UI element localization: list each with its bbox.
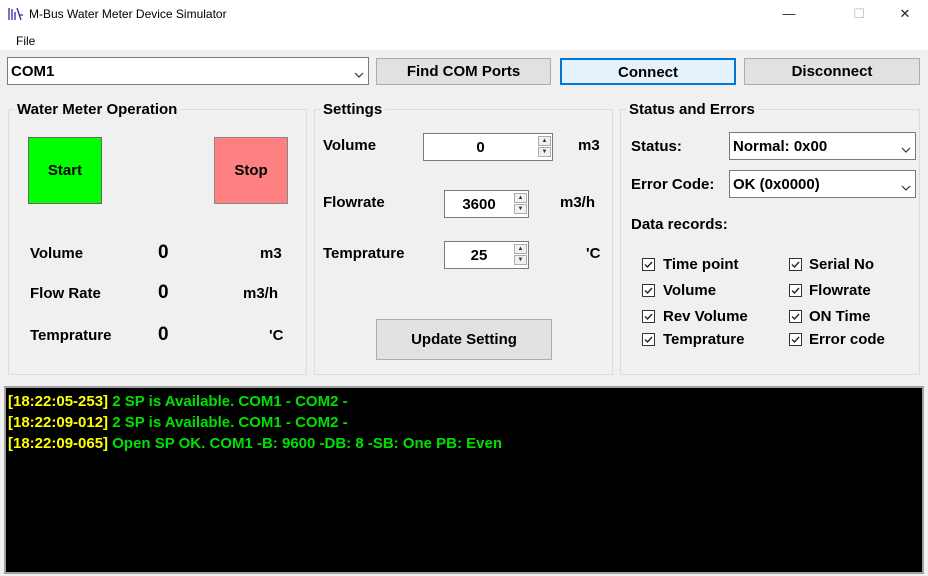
log-message: 2 SP is Available. COM1 - COM2 -	[112, 414, 348, 431]
error-code-label: Error Code:	[631, 176, 715, 193]
settings-temperature-unit: 'C	[586, 245, 601, 262]
chevron-down-icon	[901, 142, 911, 153]
stop-button[interactable]: Stop	[214, 137, 288, 204]
settings-flowrate-unit: m3/h	[560, 194, 596, 211]
volume-down-arrow-icon[interactable]: ▼	[538, 147, 551, 157]
checkbox-label: Time point	[663, 256, 739, 273]
volume-spinner[interactable]: 0 ▲ ▼	[423, 133, 553, 161]
flowrate-spinner[interactable]: 3600 ▲ ▼	[444, 190, 529, 218]
temperature-spinner[interactable]: 25 ▲ ▼	[444, 241, 529, 269]
checkbox-label: ON Time	[809, 308, 871, 325]
checkbox-label: Error code	[809, 331, 885, 348]
minimize-icon: —	[782, 6, 796, 21]
temperature-down-arrow-icon[interactable]: ▼	[514, 255, 527, 265]
com-port-select[interactable]: COM1	[7, 57, 369, 85]
settings-temperature-label: Temprature	[323, 245, 405, 262]
error-code-select-value: OK (0x0000)	[733, 176, 820, 193]
checkbox-checked-icon	[789, 333, 802, 346]
connect-button[interactable]: Connect	[560, 58, 736, 85]
disconnect-button[interactable]: Disconnect	[744, 58, 920, 85]
checkbox-label: Rev Volume	[663, 308, 748, 325]
chevron-down-icon	[901, 180, 911, 191]
temperature-up-arrow-icon[interactable]: ▲	[514, 244, 527, 254]
log-timestamp: [18:22:05-253]	[8, 393, 109, 410]
op-volume-value: 0	[158, 242, 169, 263]
checkbox-checked-icon	[789, 258, 802, 271]
checkbox-label: Volume	[663, 282, 717, 299]
settings-volume-label: Volume	[323, 137, 377, 154]
start-button[interactable]: Start	[28, 137, 102, 204]
volume-up-arrow-icon[interactable]: ▲	[538, 136, 551, 146]
status-select[interactable]: Normal: 0x00	[729, 132, 916, 160]
flowrate-down-arrow-icon[interactable]: ▼	[514, 204, 527, 214]
settings-volume-unit: m3	[578, 137, 600, 154]
com-port-value: COM1	[11, 63, 55, 80]
app-icon	[8, 6, 24, 22]
minimize-button[interactable]: —	[766, 0, 812, 30]
settings-flowrate-label: Flowrate	[323, 194, 385, 211]
log-line: [18:22:09-065] Open SP OK. COM1 -B: 9600…	[8, 435, 502, 452]
menu-file[interactable]: File	[16, 34, 35, 48]
close-icon: ✕	[899, 6, 911, 21]
data-records-label: Data records:	[631, 216, 728, 233]
op-volume-label: Volume	[30, 245, 84, 262]
op-flowrate-value: 0	[158, 282, 169, 303]
checkbox-label: Temprature	[663, 331, 745, 348]
chevron-down-icon	[354, 67, 364, 78]
log-line: [18:22:09-012] 2 SP is Available. COM1 -…	[8, 414, 348, 431]
menu-bar	[0, 30, 928, 51]
flowrate-spinner-value: 3600	[462, 196, 496, 213]
checkbox-checked-icon	[789, 310, 802, 323]
maximize-button[interactable]: ☐	[836, 0, 882, 30]
maximize-icon: ☐	[853, 6, 865, 21]
window-title: M-Bus Water Meter Device Simulator	[29, 7, 227, 21]
flowrate-up-arrow-icon[interactable]: ▲	[514, 193, 527, 203]
log-timestamp: [18:22:09-012]	[8, 414, 109, 431]
op-temperature-unit: 'C	[269, 327, 284, 344]
volume-spinner-value: 0	[476, 139, 485, 156]
op-temperature-value: 0	[158, 324, 169, 345]
checkbox-checked-icon	[642, 310, 655, 323]
log-console[interactable]: [18:22:05-253] 2 SP is Available. COM1 -…	[4, 386, 924, 574]
error-code-select[interactable]: OK (0x0000)	[729, 170, 916, 198]
checkbox-checked-icon	[642, 333, 655, 346]
status-errors-title: Status and Errors	[626, 101, 758, 118]
op-volume-unit: m3	[260, 245, 282, 262]
op-flowrate-label: Flow Rate	[30, 285, 101, 302]
update-setting-button[interactable]: Update Setting	[376, 319, 552, 360]
temperature-spinner-value: 25	[470, 247, 488, 264]
close-button[interactable]: ✕	[882, 0, 928, 30]
checkbox-checked-icon	[642, 258, 655, 271]
checkbox-label: Serial No	[809, 256, 875, 273]
status-label: Status:	[631, 138, 682, 155]
op-flowrate-unit: m3/h	[243, 285, 279, 302]
log-message: 2 SP is Available. COM1 - COM2 -	[112, 393, 348, 410]
checkbox-checked-icon	[642, 284, 655, 297]
status-select-value: Normal: 0x00	[733, 138, 828, 155]
checkbox-checked-icon	[789, 284, 802, 297]
op-temperature-label: Temprature	[30, 327, 112, 344]
log-line: [18:22:05-253] 2 SP is Available. COM1 -…	[8, 393, 348, 410]
settings-title: Settings	[320, 101, 386, 118]
find-com-ports-button[interactable]: Find COM Ports	[376, 58, 551, 85]
checkbox-label: Flowrate	[809, 282, 871, 299]
log-message: Open SP OK. COM1 -B: 9600 -DB: 8 -SB: On…	[112, 435, 503, 452]
water-meter-operation-title: Water Meter Operation	[14, 101, 181, 118]
log-timestamp: [18:22:09-065]	[8, 435, 109, 452]
